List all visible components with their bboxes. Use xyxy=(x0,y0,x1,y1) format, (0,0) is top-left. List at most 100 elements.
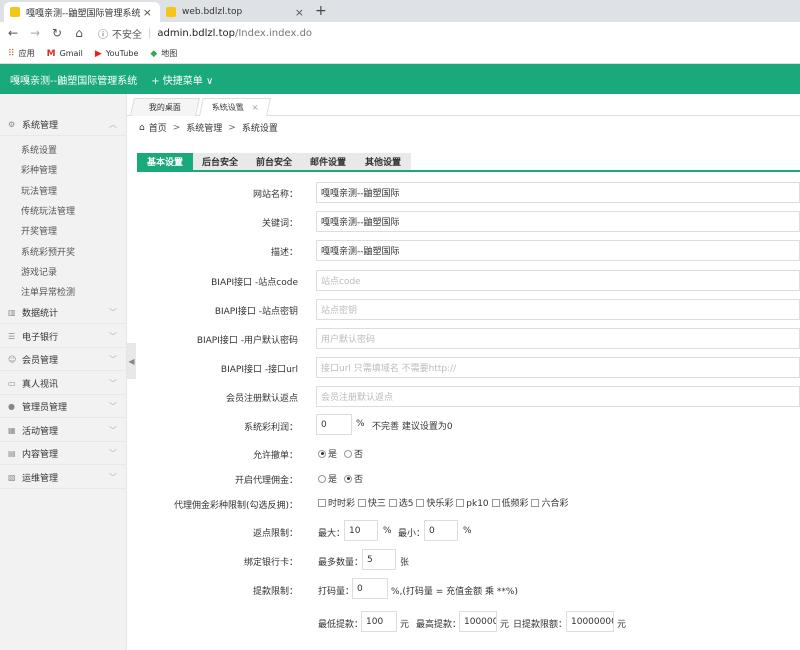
sidebar-group-system[interactable]: ⚙ 系统管理 ︿ xyxy=(0,114,127,136)
checkbox-label: pk10 xyxy=(466,499,489,509)
url-host: admin.bdlzl.top xyxy=(157,27,235,39)
tab-mail-settings[interactable]: 邮件设置 xyxy=(301,153,355,170)
tab-system-settings[interactable]: 系统设置 × xyxy=(199,98,271,116)
min-withdraw-input[interactable]: 100 xyxy=(361,611,397,632)
forward-arrow-icon[interactable]: → xyxy=(26,26,44,40)
favicon-icon xyxy=(166,7,176,17)
sidebar-group-live[interactable]: ▭ 真人视讯 ﹀ xyxy=(0,373,127,395)
bookmark-label: 应用 xyxy=(18,49,35,58)
rebate-max-input[interactable]: 10 xyxy=(344,520,378,541)
breadcrumb-item[interactable]: 首页 xyxy=(149,121,167,134)
checkbox-icon xyxy=(531,498,540,507)
sidebar-group-stats[interactable]: ▥ 数据统计 ﹀ xyxy=(0,302,127,324)
sidebar-group-ebank[interactable]: ☰ 电子银行 ﹀ xyxy=(0,326,127,348)
breadcrumb-separator: > xyxy=(172,122,181,133)
info-icon[interactable]: ⓘ xyxy=(98,26,108,41)
sidebar-group-members[interactable]: ☺ 会员管理 ﹀ xyxy=(0,349,127,371)
sidebar-collapse-handle[interactable]: ◀ xyxy=(127,343,136,379)
checkbox-k3[interactable]: 快三 xyxy=(357,498,386,509)
checkbox-ssc[interactable]: 时时彩 xyxy=(318,498,355,509)
profit-input[interactable]: 0 xyxy=(316,414,352,435)
checkbox-pk10[interactable]: pk10 xyxy=(456,498,489,509)
close-icon[interactable]: × xyxy=(251,103,260,112)
description-input[interactable]: 嘎嘎亲测--鼬塑国际 xyxy=(316,240,800,261)
allow-cancel-no[interactable]: 否 xyxy=(344,447,363,460)
profit-label: 系统彩利润： xyxy=(243,423,298,433)
chevron-down-icon: ﹀ xyxy=(109,379,117,388)
site-name-input[interactable]: 嘎嘎亲测--鼬塑国际 xyxy=(316,182,800,203)
home-icon: ⌂ xyxy=(139,122,145,133)
quick-menu-button[interactable]: + 快捷菜单 ∨ xyxy=(151,72,213,87)
biapi-url-input[interactable]: 接口url 只需填域名 不需要http:// xyxy=(316,357,800,378)
close-icon[interactable]: × xyxy=(143,6,152,19)
withdraw-code-input[interactable]: 0 xyxy=(352,578,388,599)
rebate-max-label: 最大： xyxy=(318,529,346,539)
bookmark-maps[interactable]: ◆ 地图 xyxy=(150,48,177,59)
sidebar-item-traditional-play[interactable]: 传统玩法管理 xyxy=(21,204,75,217)
agent-commission-label: 开启代理佣金： xyxy=(234,476,298,486)
checkbox-label: 快乐彩 xyxy=(426,499,454,509)
max-withdraw-input[interactable]: 100000 xyxy=(459,611,497,632)
sidebar-item-play[interactable]: 玩法管理 xyxy=(21,184,57,197)
list-icon: ☰ xyxy=(8,332,16,341)
daily-limit-input[interactable]: 10000000 xyxy=(566,611,614,632)
sidebar-group-content[interactable]: ▤ 内容管理 ﹀ xyxy=(0,443,127,465)
agent-commission-yes[interactable]: 是 xyxy=(318,472,337,485)
sidebar-item-draw[interactable]: 开奖管理 xyxy=(21,224,57,237)
chevron-up-icon: ︿ xyxy=(109,120,117,129)
tab-desktop[interactable]: 我的桌面 xyxy=(130,98,200,116)
biapi-password-input[interactable]: 用户默认密码 xyxy=(316,328,800,349)
tab-label: 系统设置 × xyxy=(211,102,260,113)
ops-icon: ▧ xyxy=(8,473,16,482)
tab-frontend-security[interactable]: 前台安全 xyxy=(247,153,301,170)
allow-cancel-yes[interactable]: 是 xyxy=(318,447,337,460)
tab-basic-settings[interactable]: 基本设置 xyxy=(137,153,193,170)
sidebar-group-admins[interactable]: ● 管理员管理 ﹀ xyxy=(0,396,127,418)
app-title: 嘎嘎亲测--鼬塑国际管理系统 xyxy=(10,75,138,87)
home-icon[interactable]: ⌂ xyxy=(70,26,88,40)
reg-rebate-input[interactable]: 会员注册默认返点 xyxy=(316,386,800,407)
bookmark-label: 地图 xyxy=(161,49,178,58)
sidebar-item-pre-draw[interactable]: 系统彩预开奖 xyxy=(21,245,75,258)
checkbox-dpc[interactable]: 低频彩 xyxy=(491,498,529,509)
back-arrow-icon[interactable]: ← xyxy=(4,26,22,40)
breadcrumb-item: 系统设置 xyxy=(241,124,278,134)
checkbox-lhc[interactable]: 六合彩 xyxy=(531,498,568,509)
withdraw-code-note: %,(打码量 = 充值金额 乘 **%) xyxy=(391,587,518,597)
sidebar-item-lottery[interactable]: 彩种管理 xyxy=(21,163,57,176)
checkbox-icon xyxy=(357,498,366,507)
bookmark-apps[interactable]: ⠿ 应用 xyxy=(8,48,35,59)
radio-label: 是 xyxy=(328,475,338,485)
chevron-down-icon: ﹀ xyxy=(109,402,117,411)
sidebar-group-activities[interactable]: ▦ 活动管理 ﹀ xyxy=(0,420,127,442)
bookmark-youtube[interactable]: ▶ YouTube xyxy=(95,49,138,59)
sidebar-item-game-records[interactable]: 游戏记录 xyxy=(21,265,57,278)
sidebar-group-ops[interactable]: ▧ 运维管理 ﹀ xyxy=(0,467,127,489)
sidebar-item-system-settings[interactable]: 系统设置 xyxy=(21,143,57,156)
close-icon[interactable]: × xyxy=(295,6,304,19)
checkbox-x5[interactable]: 选5 xyxy=(388,498,414,509)
agent-commission-no[interactable]: 否 xyxy=(344,472,363,485)
checkbox-klc[interactable]: 快乐彩 xyxy=(416,498,454,509)
browser-tab-admin[interactable]: 嘎嘎亲测--鼬塑国际管理系统 × xyxy=(4,2,160,22)
bind-card-max-label: 最多数量： xyxy=(318,558,364,568)
bookmarks-bar: ⠿ 应用 M Gmail ▶ YouTube ◆ 地图 xyxy=(0,44,800,64)
tab-backend-security[interactable]: 后台安全 xyxy=(193,153,247,170)
bind-card-input[interactable]: 5 xyxy=(362,549,396,570)
chevron-left-icon: ◀ xyxy=(128,356,135,366)
sidebar-item-bet-anomaly[interactable]: 注单异常检测 xyxy=(21,285,75,298)
biapi-code-label: BIAPI接口 -站点code xyxy=(211,278,298,288)
biapi-code-input[interactable]: 站点code xyxy=(316,270,800,291)
bookmark-gmail[interactable]: M Gmail xyxy=(47,49,83,59)
breadcrumb-item[interactable]: 系统管理 xyxy=(186,121,222,134)
tab-other-settings[interactable]: 其他设置 xyxy=(355,153,411,170)
biapi-key-input[interactable]: 站点密钥 xyxy=(316,299,800,320)
url-field[interactable]: ⓘ 不安全 | admin.bdlzl.top /Index.index.do xyxy=(98,26,312,41)
reload-icon[interactable]: ↻ xyxy=(48,26,66,40)
keywords-input[interactable]: 嘎嘎亲测--鼬塑国际 xyxy=(316,211,800,232)
new-tab-button[interactable]: + xyxy=(315,3,327,19)
checkbox-icon xyxy=(456,498,465,507)
browser-tab-web[interactable]: web.bdlzl.top × xyxy=(160,2,312,22)
rebate-min-input[interactable]: 0 xyxy=(424,520,458,541)
radio-label: 否 xyxy=(354,450,364,460)
